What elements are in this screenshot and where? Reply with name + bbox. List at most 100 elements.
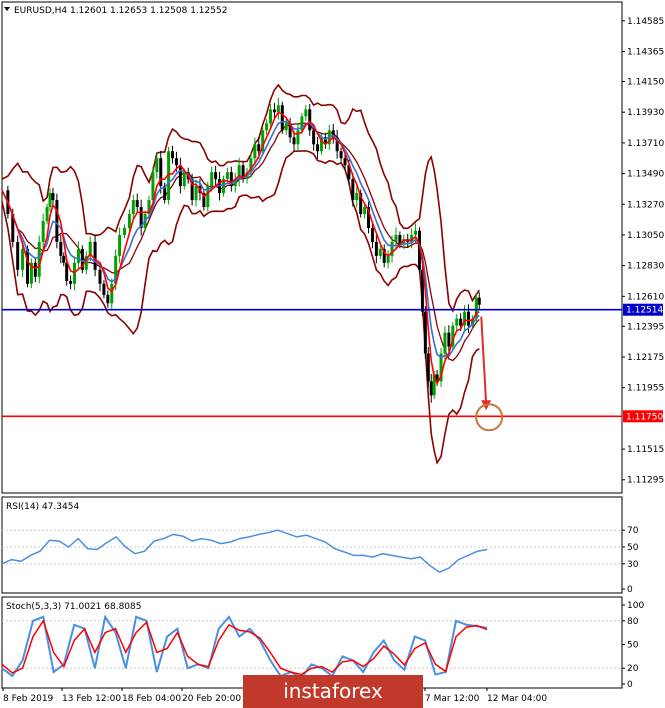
candle-body <box>16 241 20 270</box>
price-tick-label: 1.12395 <box>627 322 664 332</box>
oscillator-tick-label: 0 <box>627 680 633 690</box>
candle-body <box>178 165 182 187</box>
candle-body <box>257 144 261 152</box>
candle-body <box>269 109 273 124</box>
chart-root: 1.14585 1.14365 1.14150 1.13930 1.13710 1.134… <box>0 0 665 708</box>
candle-body <box>443 332 447 354</box>
price-tick-label: 1.12175 <box>627 353 664 363</box>
candle-body <box>280 105 284 131</box>
candle-body <box>194 186 198 201</box>
price-panel: 1.14585 1.14365 1.14150 1.13930 1.13710 1.134… <box>1 1 664 494</box>
time-tick-label: 7 Mar 12:00 <box>425 694 480 704</box>
price-tick-label: 1.13490 <box>627 170 664 180</box>
candle-body <box>370 227 374 242</box>
oscillator-label: Stoch(5,3,3) 71.0021 68.8085 <box>6 602 141 612</box>
oscillator-frame <box>1 496 623 594</box>
chart-title: EURUSD,H4 1.12601 1.12653 1.12508 1.1255… <box>14 6 227 16</box>
candle-body <box>265 123 269 131</box>
oscillator-tick-label: 30 <box>627 560 639 570</box>
time-tick-label: 8 Feb 2019 <box>3 694 54 704</box>
candle-body <box>182 172 186 187</box>
candle-body <box>106 294 110 304</box>
price-tick-label: 1.12830 <box>627 262 664 272</box>
candle-body <box>59 241 63 256</box>
candle-body <box>308 109 312 131</box>
candle-body <box>351 179 355 201</box>
price-tick-label: 1.11515 <box>627 445 664 455</box>
oscillator-tick-label: 20 <box>627 664 639 674</box>
watermark-text: instaforex <box>283 679 383 703</box>
candle-body <box>62 255 66 263</box>
candle-body <box>374 241 378 256</box>
price-tick-label: 1.13710 <box>627 139 664 149</box>
level-price-label: 1.11750 <box>626 412 663 422</box>
candle-body <box>225 172 229 180</box>
candle-body <box>210 172 214 187</box>
candle-body <box>272 109 276 113</box>
candle-body <box>135 200 139 208</box>
candle-body <box>127 214 131 228</box>
candle-body <box>394 234 398 242</box>
candle-body <box>312 130 316 145</box>
candle-body <box>41 220 45 242</box>
candle-body <box>447 332 451 347</box>
candle-body <box>98 269 102 284</box>
price-tick-label: 1.11955 <box>627 384 664 394</box>
candle-body <box>93 241 97 270</box>
candle-body <box>276 105 280 113</box>
oscillator-label: RSI(14) 47.3454 <box>6 502 79 512</box>
candle-body <box>284 123 288 131</box>
candle-body <box>414 230 418 235</box>
candle-body <box>69 280 73 284</box>
candle-body <box>363 207 367 215</box>
candle-body <box>296 130 300 145</box>
time-tick-label: 13 Feb 12:00 <box>62 694 121 704</box>
eurusd-h4-chart: 1.14585 1.14365 1.14150 1.13930 1.13710 1.134… <box>1 1 664 708</box>
candle-body <box>45 207 49 221</box>
candle-body <box>292 137 296 145</box>
candle-body <box>423 311 427 354</box>
candle-body <box>466 311 470 326</box>
candle-body <box>102 283 106 295</box>
price-tick-label: 1.14365 <box>627 48 664 58</box>
candle-body <box>25 248 29 284</box>
candle-body <box>171 151 175 159</box>
candle-body <box>477 297 481 305</box>
candle-body <box>343 158 347 166</box>
candle-body <box>174 158 178 166</box>
price-tick-label: 1.13930 <box>627 108 664 118</box>
candle-body <box>355 193 359 201</box>
candle-body <box>65 262 69 281</box>
candle-body <box>378 248 382 256</box>
time-tick-label: 18 Feb 04:00 <box>122 694 181 704</box>
candle-body <box>459 318 463 326</box>
candle-body <box>316 144 320 152</box>
oscillator-tick-label: 0 <box>627 585 633 595</box>
candle-body <box>21 248 25 270</box>
oscillator-tick-label: 50 <box>627 543 639 553</box>
candle-body <box>304 109 308 117</box>
time-tick-label: 20 Feb 20:00 <box>182 694 241 704</box>
candle-body <box>48 193 52 208</box>
price-tick-label: 1.13050 <box>627 231 664 241</box>
price-tick-label: 1.14585 <box>627 17 664 27</box>
candle-body <box>214 172 218 180</box>
candle-body <box>51 193 55 201</box>
rsi-panel: 70 50 30 0 RSI(14) 47.3454 <box>1 496 639 595</box>
oscillator-tick-label: 70 <box>627 526 639 536</box>
watermark: instaforex <box>243 675 423 708</box>
price-tick-label: 1.13270 <box>627 200 664 210</box>
candle-body <box>33 262 37 277</box>
candle-body <box>123 227 126 235</box>
candle-body <box>155 158 159 173</box>
candle-body <box>110 283 114 304</box>
candle-body <box>339 151 343 159</box>
candle-body <box>118 234 122 256</box>
oscillator-tick-label: 80 <box>627 617 639 627</box>
candle-body <box>131 200 135 215</box>
candle-body <box>426 353 430 382</box>
price-tick-label: 1.12610 <box>627 292 664 302</box>
oscillator-tick-label: 100 <box>627 601 644 611</box>
candle-body <box>253 144 257 159</box>
time-tick-label: 12 Mar 04:00 <box>487 694 547 704</box>
